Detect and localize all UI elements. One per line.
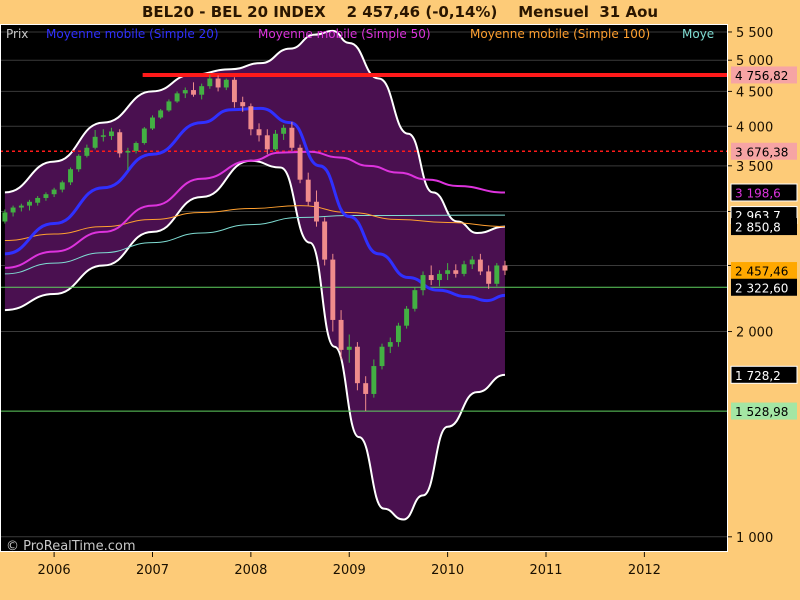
candle-body — [43, 194, 49, 198]
candle-body — [150, 117, 155, 129]
candle-body — [76, 155, 82, 170]
candle-body — [330, 259, 336, 320]
candle-body — [51, 189, 57, 195]
price-badge-label: 1 728,2 — [735, 369, 781, 383]
candle-body — [494, 265, 500, 284]
price-badge-label: 3 198,6 — [735, 186, 781, 200]
price-badge-label: 2 322,60 — [735, 281, 788, 295]
candle-body — [338, 319, 344, 350]
x-tick-label: 2012 — [628, 563, 661, 578]
candle-body — [461, 264, 467, 274]
candle-body — [240, 102, 246, 107]
candle-body — [18, 205, 24, 208]
legend-item: Moye — [682, 27, 714, 41]
candle-body — [109, 131, 114, 137]
candle-body — [273, 133, 278, 150]
price-badge-label: 2 457,46 — [735, 265, 788, 279]
candle-body — [322, 221, 328, 260]
candle-body — [305, 179, 311, 202]
legend: Prix Moyenne mobile (Simple 20) Moyenne mo… — [6, 27, 714, 41]
candle-body — [158, 110, 164, 118]
candle-body — [125, 150, 131, 153]
candle-body — [363, 383, 369, 394]
candle-body — [420, 275, 426, 291]
y-tick-label: 2 000 — [736, 326, 773, 341]
candle-body — [191, 90, 196, 95]
candle-body — [264, 135, 270, 150]
legend-item: Moyenne mobile (Simple 20) — [46, 27, 219, 41]
candle-body — [68, 169, 73, 183]
candle-body — [207, 78, 213, 87]
x-axis: 2006 2007 2008 2009 2010 2011 2012 — [38, 552, 661, 578]
candle-body — [428, 275, 434, 281]
candle-body — [445, 270, 451, 274]
candle-body — [92, 136, 98, 148]
candle-body — [199, 86, 205, 95]
watermark: © ProRealTime.com — [6, 539, 136, 554]
candle-body — [314, 201, 319, 222]
price-badge-label: 2 850,8 — [735, 221, 781, 235]
candle-body — [100, 135, 106, 137]
candle-body — [387, 342, 393, 347]
candle-body — [117, 132, 123, 154]
price-badge-label: 4 756,82 — [735, 69, 788, 83]
price-chart[interactable]: 5 5005 0004 5004 0003 5002 0001 000 2006… — [0, 0, 800, 600]
candle-body — [395, 325, 401, 343]
legend-item: Moyenne mobile (Simple 50) — [258, 27, 431, 41]
y-tick-label: 3 500 — [736, 160, 773, 175]
x-tick-label: 2008 — [234, 563, 267, 578]
candle-body — [289, 127, 295, 148]
price-badge-label: 3 676,38 — [735, 145, 788, 159]
candle-body — [436, 273, 442, 281]
legend-item: Moyenne mobile (Simple 100) — [470, 27, 650, 41]
candle-body — [256, 129, 262, 136]
candle-body — [2, 212, 8, 222]
candle-body — [141, 128, 147, 144]
candle-body — [477, 259, 483, 272]
candle-body — [346, 346, 352, 350]
candle-body — [379, 346, 385, 367]
candle-body — [35, 197, 41, 203]
candle-body — [223, 79, 229, 88]
candle-body — [174, 93, 180, 102]
candle-body — [412, 290, 418, 309]
x-tick-label: 2010 — [431, 563, 464, 578]
price-badge-label: 1 528,98 — [735, 405, 788, 419]
candle-body — [182, 90, 188, 94]
candle-body — [404, 308, 410, 326]
candle-body — [84, 147, 90, 156]
candle-body — [231, 79, 237, 103]
y-tick-label: 4 500 — [736, 85, 773, 100]
candle-body — [502, 265, 508, 271]
candle-body — [354, 346, 360, 384]
y-tick-label: 5 500 — [736, 26, 773, 41]
candle-body — [248, 106, 254, 130]
y-tick-label: 1 000 — [736, 531, 773, 546]
x-tick-label: 2007 — [136, 563, 169, 578]
candle-body — [371, 366, 377, 394]
candle-body — [10, 207, 16, 213]
legend-item: Prix — [6, 27, 28, 41]
candle-body — [486, 271, 492, 284]
candle-body — [469, 259, 475, 265]
candle-body — [281, 127, 287, 134]
candle-body — [215, 78, 221, 88]
candle-body — [297, 147, 303, 180]
y-tick-label: 4 000 — [736, 120, 773, 135]
x-tick-label: 2011 — [529, 563, 562, 578]
candle-body — [133, 143, 139, 151]
candle-body — [59, 182, 65, 190]
candle-body — [27, 201, 32, 206]
x-tick-label: 2009 — [333, 563, 366, 578]
candle-body — [166, 101, 172, 111]
candle-body — [453, 270, 459, 274]
x-tick-label: 2006 — [38, 563, 71, 578]
